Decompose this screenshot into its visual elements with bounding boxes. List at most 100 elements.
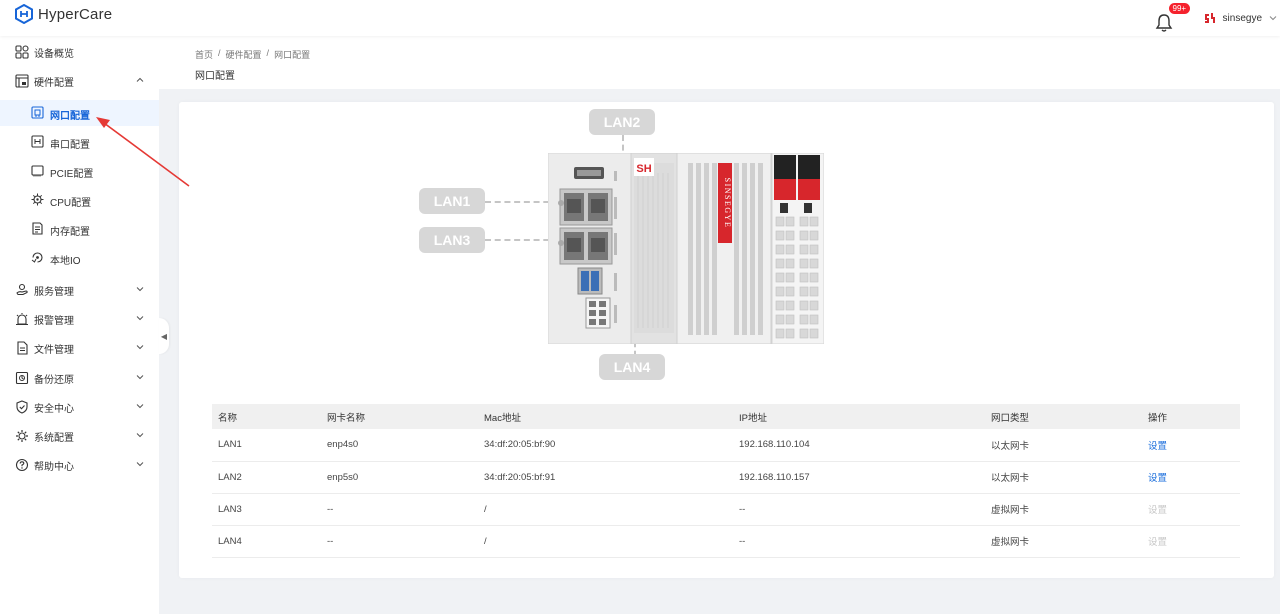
chevron-down-icon (136, 375, 144, 380)
breadcrumb-separator: / (218, 48, 221, 58)
cell-nic: -- (321, 525, 478, 558)
sidebar-item-alarm[interactable]: 报警管理 (0, 306, 159, 332)
service-icon (16, 283, 28, 296)
cell-nic: enp5s0 (321, 461, 478, 494)
cell-type: 虚拟网卡 (985, 493, 1142, 526)
sidebar-item-system[interactable]: 系统配置 (0, 423, 159, 449)
breadcrumb: 首页 / 硬件配置 / 网口配置 (195, 48, 310, 61)
cell-type: 虚拟网卡 (985, 525, 1142, 558)
sidebar-item-backup[interactable]: 备份还原 (0, 365, 159, 391)
device-svg: SH SINSEGYE (547, 152, 825, 345)
sidebar-subitem-local-io[interactable]: 本地IO (0, 245, 159, 271)
settings-link[interactable]: 设置 (1148, 473, 1167, 484)
notification-badge: 99+ (1168, 3, 1191, 14)
page-title: 网口配置 (195, 71, 235, 82)
cell-name: LAN1 (212, 429, 321, 462)
breadcrumb-hardware[interactable]: 硬件配置 (226, 48, 262, 61)
network-interface-table: 名称 网卡名称 Mac地址 IP地址 网口类型 操作 LAN1 enp4s0 3… (212, 404, 1240, 558)
chevron-down-icon (136, 345, 144, 350)
sidebar-subitem-label: CPU配置 (50, 198, 92, 209)
chevron-down-icon (136, 462, 144, 467)
chevron-up-icon (136, 77, 144, 82)
caret-left-icon: ◀ (160, 331, 168, 341)
settings-link-disabled: 设置 (1148, 537, 1168, 548)
network-port-icon (31, 106, 44, 119)
sidebar-item-file[interactable]: 文件管理 (0, 335, 159, 361)
device-brand-text: SINSEGYE (723, 178, 732, 229)
cell-name: LAN4 (212, 525, 321, 558)
cell-ip: 192.168.110.157 (733, 461, 985, 494)
help-icon (15, 458, 29, 472)
sidebar-item-label: 安全中心 (34, 403, 74, 415)
chevron-down-icon (136, 433, 144, 438)
sidebar-item-hardware[interactable]: 硬件配置 (0, 68, 159, 94)
sidebar: 设备概览 硬件配置 网口配置 串口配置 PCIE配置 CPU配置 内存配置 本地… (0, 36, 159, 614)
chevron-down-icon[interactable] (1268, 13, 1278, 23)
chevron-down-icon (136, 316, 144, 321)
breadcrumb-home[interactable]: 首页 (195, 48, 213, 61)
sidebar-subitem-cpu[interactable]: CPU配置 (0, 187, 159, 213)
sidebar-item-label: 硬件配置 (34, 77, 74, 89)
alarm-icon (16, 313, 28, 326)
device-logo-text: SH (636, 163, 651, 175)
table-header-row: 名称 网卡名称 Mac地址 IP地址 网口类型 操作 (212, 404, 1240, 429)
sidebar-item-label: 备份还原 (34, 374, 74, 386)
top-bar: HyperCare 99+ sinsegye (0, 0, 1280, 36)
page-header: 首页 / 硬件配置 / 网口配置 网口配置 (159, 36, 1280, 89)
column-header-mac: Mac地址 (478, 404, 733, 429)
lan1-label[interactable]: LAN1 (419, 188, 485, 214)
sidebar-item-label: 服务管理 (34, 286, 74, 298)
username[interactable]: sinsegye (1223, 13, 1262, 24)
cell-ip: -- (733, 493, 985, 526)
sidebar-item-overview[interactable]: 设备概览 (0, 39, 159, 65)
sidebar-subitem-label: 串口配置 (50, 140, 90, 151)
table-row: LAN1 enp4s0 34:df:20:05:bf:90 192.168.11… (212, 429, 1240, 462)
settings-link-disabled: 设置 (1148, 505, 1168, 516)
app-logo[interactable]: HyperCare (14, 4, 112, 24)
cell-mac: / (478, 525, 733, 558)
breadcrumb-current: 网口配置 (274, 50, 311, 60)
sidebar-subitem-serial[interactable]: 串口配置 (0, 129, 159, 155)
table-row: LAN4 -- / -- 虚拟网卡 设置 (212, 525, 1240, 558)
lan4-label[interactable]: LAN4 (599, 354, 665, 380)
column-header-name: 名称 (212, 404, 321, 429)
lan3-label[interactable]: LAN3 (419, 227, 485, 253)
settings-link[interactable]: 设置 (1148, 441, 1167, 452)
sidebar-item-help[interactable]: 帮助中心 (0, 452, 159, 478)
shield-icon (16, 400, 28, 414)
brand-logo-icon (1202, 11, 1217, 25)
sidebar-subitem-label: PCIE配置 (50, 169, 94, 180)
app-name: HyperCare (38, 5, 113, 23)
notification-bell[interactable]: 99+ (1155, 3, 1191, 32)
lan2-label[interactable]: LAN2 (589, 109, 655, 135)
column-header-nic: 网卡名称 (321, 404, 478, 429)
backup-icon (15, 371, 29, 385)
sidebar-item-label: 设备概览 (34, 48, 74, 60)
memory-icon (32, 222, 43, 235)
cell-nic: enp4s0 (321, 429, 478, 462)
table-row: LAN2 enp5s0 34:df:20:05:bf:91 192.168.11… (212, 461, 1240, 494)
sidebar-item-service[interactable]: 服务管理 (0, 277, 159, 303)
pcie-icon (31, 165, 44, 177)
sidebar-item-security[interactable]: 安全中心 (0, 394, 159, 420)
column-header-action: 操作 (1142, 404, 1240, 429)
cell-nic: -- (321, 493, 478, 526)
cell-type: 以太网卡 (985, 461, 1142, 494)
local-io-icon (31, 252, 43, 263)
sidebar-collapse-toggle[interactable]: ◀ (159, 318, 169, 354)
sidebar-subitem-pcie[interactable]: PCIE配置 (0, 158, 159, 184)
cell-mac: 34:df:20:05:bf:91 (478, 461, 733, 494)
sidebar-subitem-label: 内存配置 (50, 227, 90, 238)
cell-mac: / (478, 493, 733, 526)
sidebar-subitem-label: 本地IO (50, 256, 81, 267)
cell-name: LAN2 (212, 461, 321, 494)
system-icon (16, 430, 28, 442)
sidebar-item-label: 报警管理 (34, 315, 74, 327)
column-header-type: 网口类型 (985, 404, 1142, 429)
cell-mac: 34:df:20:05:bf:90 (478, 429, 733, 462)
sidebar-subitem-memory[interactable]: 内存配置 (0, 216, 159, 242)
serial-port-icon (31, 135, 44, 148)
network-config-card: LAN2 LAN1 LAN3 LAN4 SH SINSEGYE 名称 网卡名称 … (179, 102, 1274, 578)
sidebar-subitem-network[interactable]: 网口配置 (0, 100, 159, 126)
column-header-ip: IP地址 (733, 404, 985, 429)
